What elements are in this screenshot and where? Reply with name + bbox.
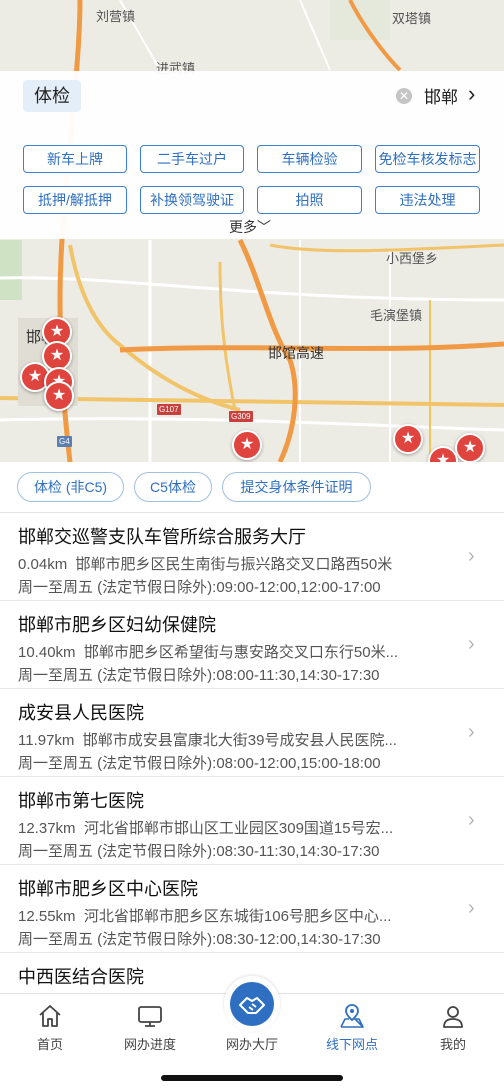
filter-chip-non-c5[interactable]: 体检 (非C5) xyxy=(17,472,124,502)
item-name: 邯郸市肥乡区妇幼保健院 xyxy=(18,615,216,635)
tab-home-label: 首页 xyxy=(36,1037,63,1052)
item-distance: 0.04km xyxy=(18,556,68,573)
list-item[interactable]: 成安县人民医院 11.97km 邯郸市成安县富康北大街39号成安县人民医院...… xyxy=(0,689,504,777)
item-address: 0.04km 邯郸市肥乡区民生南街与振兴路交叉口路西50米 xyxy=(18,553,458,574)
map-label-hanguan-expressway: 邯馆高速 xyxy=(268,345,324,361)
map-location-icon xyxy=(340,1004,364,1028)
clear-icon[interactable]: ✕ xyxy=(396,88,412,104)
filter-chip-physical-cert[interactable]: 提交身体条件证明 xyxy=(222,472,371,502)
item-hours: 周一至周五 (法定节假日除外):08:00-12:00,15:00-18:00 xyxy=(18,755,381,772)
map-label-liuying: 刘营镇 xyxy=(96,9,136,24)
tab-home[interactable]: 首页 xyxy=(0,994,100,1056)
route-shield-g107: G107 xyxy=(157,404,181,415)
item-distance: 10.40km xyxy=(18,644,76,661)
chevron-right-icon: › xyxy=(468,545,475,567)
list-item[interactable]: 邯郸市第七医院 12.37km 河北省邯郸市邯山区工业园区309国道15号宏..… xyxy=(0,777,504,865)
quick-link-new-car-plate[interactable]: 新车上牌 xyxy=(23,145,127,173)
map-label-maoyanbao: 毛演堡镇 xyxy=(370,308,423,323)
item-address: 11.97km 邯郸市成安县富康北大街39号成安县人民医院... xyxy=(18,729,458,750)
map-pin-star-icon[interactable]: ★ xyxy=(44,381,74,411)
user-icon xyxy=(443,1006,463,1028)
item-name: 中西医结合医院 xyxy=(18,967,144,987)
list-item[interactable]: 邯郸市肥乡区妇幼保健院 10.40km 邯郸市肥乡区希望街与惠安路交叉口东行50… xyxy=(0,601,504,689)
item-hours: 周一至周五 (法定节假日除外):08:00-11:30,14:30-17:30 xyxy=(18,667,380,684)
quick-link-mortgage[interactable]: 抵押/解抵押 xyxy=(23,186,127,214)
item-address-text: 河北省邯郸市肥乡区东城街106号肥乡区中心... xyxy=(83,908,392,925)
more-button[interactable]: 更多﹀ xyxy=(229,217,271,237)
search-bar[interactable]: 体检 ✕ 邯郸 › xyxy=(0,71,504,121)
tab-mine-label: 我的 xyxy=(439,1037,466,1052)
quick-link-exempt-label[interactable]: 免检车核发标志 xyxy=(375,145,480,173)
map-pin-star-icon[interactable]: ★ xyxy=(455,433,485,462)
map-label-shuangta: 双塔镇 xyxy=(392,11,432,26)
home-icon xyxy=(39,1005,61,1027)
chevron-right-icon[interactable]: › xyxy=(468,81,475,107)
list-item[interactable]: 邯郸交巡警支队车管所综合服务大厅 0.04km 邯郸市肥乡区民生南街与振兴路交叉… xyxy=(0,513,504,601)
tab-mine[interactable]: 我的 xyxy=(403,994,503,1056)
tab-progress-label: 网办进度 xyxy=(123,1037,176,1052)
chevron-right-icon: › xyxy=(468,721,475,743)
tab-offline-label: 线下网点 xyxy=(325,1037,378,1052)
quick-link-used-car-transfer[interactable]: 二手车过户 xyxy=(140,145,244,173)
handshake-icon xyxy=(230,982,274,1026)
item-name: 邯郸市肥乡区中心医院 xyxy=(18,879,198,899)
monitor-icon xyxy=(138,1006,162,1027)
route-shield-g309: G309 xyxy=(229,411,253,422)
item-address: 10.40km 邯郸市肥乡区希望街与惠安路交叉口东行50米... xyxy=(18,641,458,662)
quick-link-vehicle-inspection[interactable]: 车辆检验 xyxy=(257,145,362,173)
city-selector[interactable]: 邯郸 xyxy=(424,83,458,108)
item-distance: 12.37km xyxy=(18,820,76,837)
item-address: 12.37km 河北省邯郸市邯山区工业园区309国道15号宏... xyxy=(18,817,458,838)
item-address-text: 邯郸市肥乡区希望街与惠安路交叉口东行50米... xyxy=(83,644,399,661)
quick-link-license-renewal[interactable]: 补换领驾驶证 xyxy=(140,186,244,214)
route-shield-g4: G4 xyxy=(57,436,72,447)
item-address: 12.55km 河北省邯郸市肥乡区东城街106号肥乡区中心... xyxy=(18,905,458,926)
tab-progress[interactable]: 网办进度 xyxy=(100,994,200,1056)
home-indicator xyxy=(161,1075,343,1081)
tab-hall-label: 网办大厅 xyxy=(225,1037,278,1052)
chevron-right-icon: › xyxy=(468,809,475,831)
search-keyword-tag[interactable]: 体检 xyxy=(23,80,81,112)
item-address-text: 邯郸市成安县富康北大街39号成安县人民医院... xyxy=(82,732,397,749)
tab-hall[interactable]: 网办大厅 xyxy=(202,976,302,1056)
quick-link-violation[interactable]: 违法处理 xyxy=(375,186,480,214)
item-address-text: 邯郸市肥乡区民生南街与振兴路交叉口路西50米 xyxy=(75,556,393,573)
item-name: 邯郸市第七医院 xyxy=(18,791,144,811)
map-label-xiaoxibao: 小西堡乡 xyxy=(386,251,439,266)
item-hours: 周一至周五 (法定节假日除外):08:30-11:30,14:30-17:30 xyxy=(18,843,380,860)
quick-link-photo[interactable]: 拍照 xyxy=(257,186,362,214)
item-distance: 12.55km xyxy=(18,908,76,925)
item-distance: 11.97km xyxy=(18,732,75,749)
chevron-right-icon: › xyxy=(468,633,475,655)
item-name: 成安县人民医院 xyxy=(18,703,144,723)
chevron-right-icon: › xyxy=(468,897,475,919)
item-name: 邯郸交巡警支队车管所综合服务大厅 xyxy=(18,527,306,547)
item-hours: 周一至周五 (法定节假日除外):09:00-12:00,12:00-17:00 xyxy=(18,579,381,596)
map-pin-star-icon[interactable]: ★ xyxy=(393,424,423,454)
filter-chip-c5[interactable]: C5体检 xyxy=(134,472,212,502)
map-pin-star-icon[interactable]: ★ xyxy=(232,430,262,460)
handshake-button[interactable] xyxy=(224,976,280,1032)
item-hours: 周一至周五 (法定节假日除外):08:30-12:00,14:30-17:30 xyxy=(18,931,381,948)
list-item[interactable]: 邯郸市肥乡区中心医院 12.55km 河北省邯郸市肥乡区东城街106号肥乡区中心… xyxy=(0,865,504,953)
tab-offline[interactable]: 线下网点 xyxy=(302,994,402,1056)
search-panel: 体检 ✕ 邯郸 › 新车上牌 二手车过户 车辆检验 免检车核发标志 抵押/解抵押… xyxy=(0,71,504,239)
item-address-text: 河北省邯郸市邯山区工业园区309国道15号宏... xyxy=(83,820,394,837)
